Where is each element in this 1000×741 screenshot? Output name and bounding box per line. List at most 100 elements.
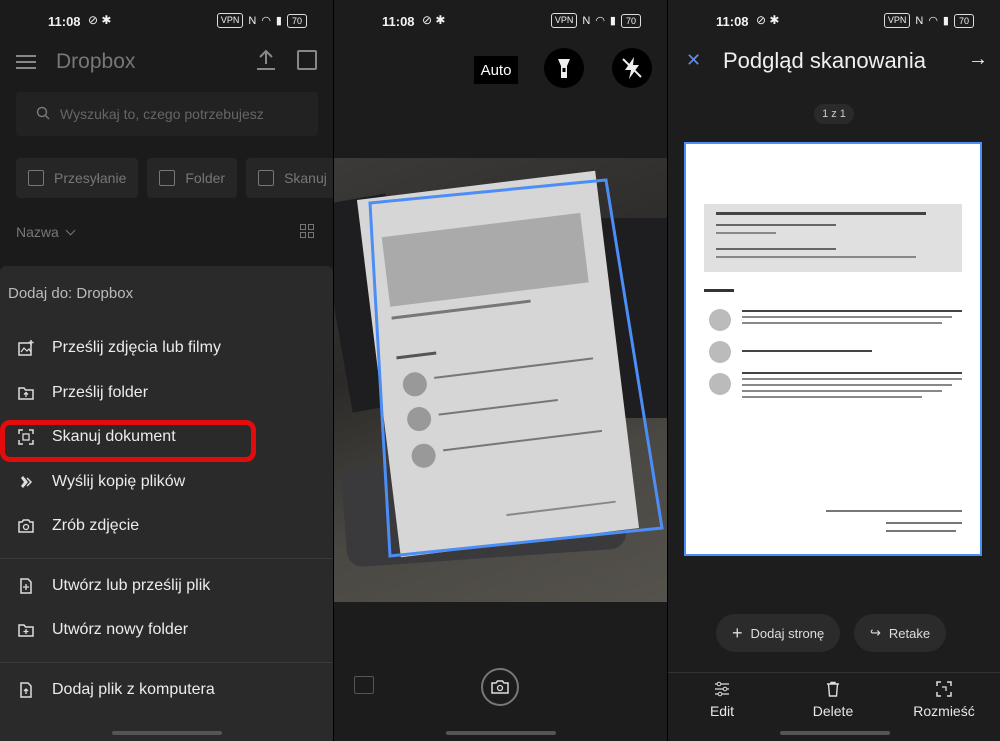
wifi-icon: ◠	[261, 15, 271, 27]
close-icon[interactable]: ✕	[686, 50, 701, 71]
transfer-icon	[21, 476, 33, 488]
menu-item-label: Prześlij zdjęcia lub filmy	[52, 339, 221, 356]
scanned-document-content	[704, 204, 962, 532]
vpn-badge: VPN	[550, 13, 578, 28]
scanner-camera-panel: 11:08 ⊘ ✱ VPN N ◠ ▮ 70 Auto	[334, 0, 667, 741]
plus-icon: +	[732, 622, 743, 643]
action-label: Rozmieść	[913, 703, 975, 719]
photo-upload-icon	[18, 340, 34, 356]
camera-icon	[491, 680, 509, 694]
menu-item-add-from-computer[interactable]: Dodaj plik z komputera	[0, 670, 333, 710]
wifi-icon: ◠	[595, 15, 605, 27]
menu-item-label: Prześlij folder	[52, 384, 149, 401]
nfc-icon: N	[248, 14, 257, 27]
notification-icons: ⊘ ✱	[422, 13, 446, 27]
signal-icon: ▮	[942, 15, 949, 27]
add-to-dropbox-sheet: Dodaj do: Dropbox Prześlij zdjęcia lub f…	[0, 266, 333, 741]
notification-icons: ⊘ ✱	[756, 13, 780, 27]
shutter-button[interactable]	[481, 668, 519, 706]
search-bar[interactable]	[16, 92, 318, 136]
menu-item-label: Zrób zdjęcie	[52, 517, 140, 534]
status-bar: 11:08 ⊘ ✱ VPN N ◠ ▮ 70	[334, 0, 667, 42]
upload-photo-icon	[28, 170, 44, 186]
gesture-bar	[446, 731, 556, 735]
menu-item-upload-folder[interactable]: Prześlij folder	[0, 373, 333, 413]
camera-icon	[18, 519, 34, 533]
menu-divider	[0, 558, 333, 559]
status-right: VPN N ◠ ▮ 70	[883, 13, 974, 28]
menu-item-label: Wyślij kopię plików	[52, 473, 186, 490]
menu-item-label: Utwórz lub prześlij plik	[52, 577, 211, 594]
status-right: VPN N ◠ ▮ 70	[550, 13, 641, 28]
menu-item-label: Utwórz nowy folder	[52, 621, 189, 638]
menu-item-take-photo[interactable]: Zrób zdjęcie	[0, 506, 333, 546]
battery-indicator: 70	[620, 13, 641, 28]
grid-view-icon[interactable]	[300, 224, 314, 238]
status-time: 11:08	[48, 14, 81, 29]
menu-item-label: Dodaj plik z komputera	[52, 681, 215, 698]
flash-off-icon	[622, 57, 642, 79]
search-icon	[36, 106, 50, 120]
status-right: VPN N ◠ ▮ 70	[216, 13, 307, 28]
page-counter: 1 z 1	[814, 104, 854, 124]
sort-label: Nazwa	[16, 224, 59, 240]
menu-divider	[0, 662, 333, 663]
status-time: 11:08	[716, 14, 749, 29]
retake-label: Retake	[888, 625, 931, 641]
battery-indicator: 70	[953, 13, 974, 28]
chip-label: Folder	[185, 170, 226, 186]
menu-item-send-copy[interactable]: Wyślij kopię plików	[0, 462, 333, 502]
chevron-down-icon	[65, 225, 76, 236]
folder-icon	[159, 170, 176, 186]
action-label: Edit	[709, 703, 735, 719]
menu-icon[interactable]	[16, 52, 36, 70]
new-file-icon	[20, 578, 32, 594]
app-header: Dropbox	[0, 44, 333, 84]
quick-actions: Przesyłanie Folder Skanuj	[16, 158, 333, 198]
signal-icon: ▮	[275, 15, 282, 27]
add-page-label: Dodaj stronę	[750, 625, 825, 641]
auto-capture-toggle[interactable]: Auto	[474, 56, 518, 84]
menu-item-upload-photos[interactable]: Prześlij zdjęcia lub filmy	[0, 328, 333, 368]
menu-item-create-folder[interactable]: Utwórz nowy folder	[0, 610, 333, 650]
chip-label: Skanuj	[284, 170, 327, 186]
new-folder-icon	[18, 624, 34, 637]
status-time: 11:08	[382, 14, 415, 29]
chip-scan[interactable]: Skanuj	[246, 158, 333, 198]
flashlight-button[interactable]	[544, 48, 584, 88]
battery-indicator: 70	[286, 13, 307, 28]
action-label: Delete	[812, 703, 854, 719]
status-bar: 11:08 ⊘ ✱ VPN N ◠ ▮ 70	[668, 0, 1000, 42]
edit-button[interactable]: Edit	[682, 681, 762, 719]
page-title: Podgląd skanowania	[723, 48, 927, 73]
arrange-button[interactable]: Rozmieść	[904, 681, 984, 719]
select-checkbox-icon[interactable]	[297, 50, 317, 70]
scan-icon	[258, 170, 275, 186]
arrange-icon	[936, 681, 952, 697]
retake-button[interactable]: ↪ Retake	[854, 614, 947, 652]
sort-dropdown[interactable]: Nazwa	[16, 224, 76, 240]
search-input[interactable]	[60, 103, 310, 125]
chip-folder[interactable]: Folder	[147, 158, 238, 198]
upload-icon[interactable]	[255, 48, 277, 72]
camera-viewfinder[interactable]	[334, 158, 667, 602]
app-title: Dropbox	[56, 50, 136, 73]
sheet-title: Dodaj do: Dropbox	[8, 285, 134, 302]
folder-upload-icon	[18, 387, 34, 400]
next-arrow-icon[interactable]: →	[968, 48, 988, 71]
delete-button[interactable]: Delete	[793, 681, 873, 719]
add-page-button[interactable]: + Dodaj stronę	[716, 614, 841, 652]
vpn-badge: VPN	[883, 13, 911, 28]
flash-off-button[interactable]	[612, 48, 652, 88]
trash-icon	[827, 681, 839, 697]
dropbox-home-panel: 11:08 ⊘ ✱ VPN N ◠ ▮ 70 Dropbox Przesyłan…	[0, 0, 333, 741]
scanned-page-preview[interactable]	[684, 142, 982, 556]
gallery-icon[interactable]	[354, 676, 374, 694]
chip-upload[interactable]: Przesyłanie	[16, 158, 139, 198]
document-detection-outline	[368, 178, 664, 558]
menu-item-create-file[interactable]: Utwórz lub prześlij plik	[0, 566, 333, 606]
chip-label: Przesyłanie	[54, 170, 127, 186]
nfc-icon: N	[582, 14, 591, 27]
flashlight-icon	[558, 59, 570, 78]
scan-preview-panel: 11:08 ⊘ ✱ VPN N ◠ ▮ 70 ✕ Podgląd skanowa…	[668, 0, 1000, 741]
